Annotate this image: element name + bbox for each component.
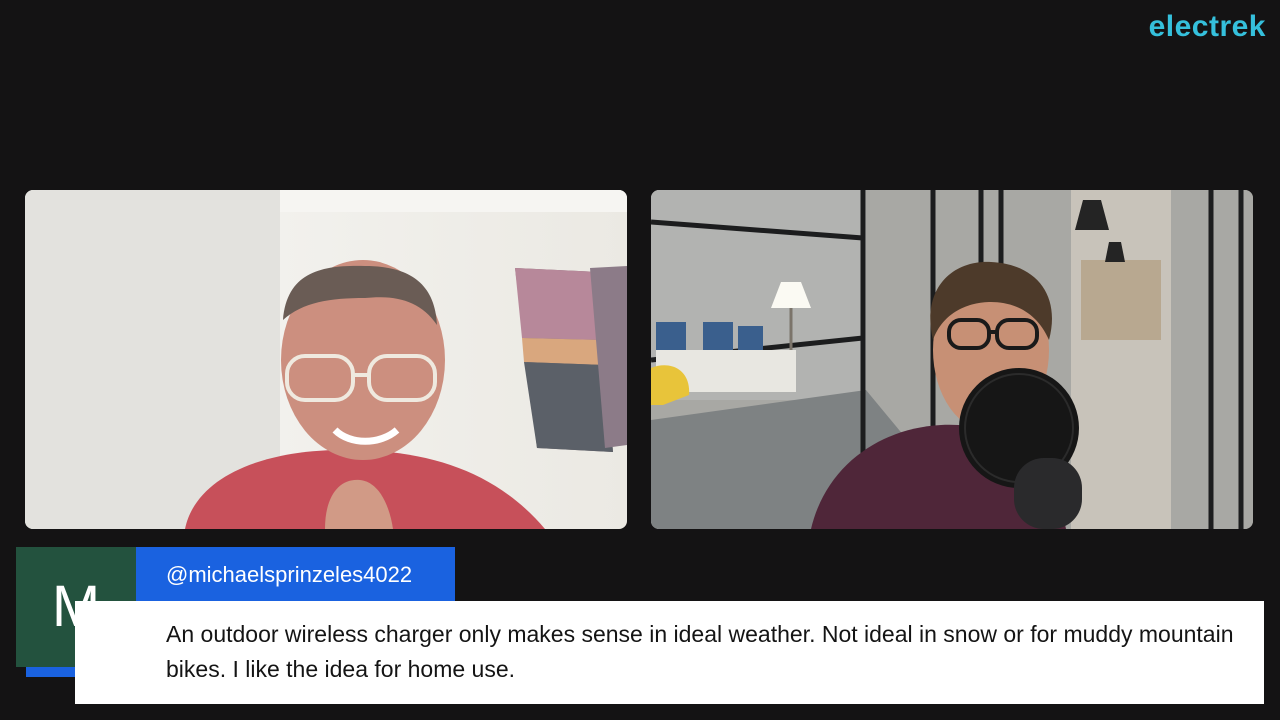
participant-video-right [651,190,1253,529]
electrek-logo: electrek [1148,10,1266,43]
participant-video-left [25,190,627,529]
comment-text: An outdoor wireless charger only makes s… [75,601,1264,704]
participant-left-scene [25,190,627,529]
commenter-username: @michaelsprinzeles4022 [136,547,455,601]
participant-right-scene [651,190,1253,529]
